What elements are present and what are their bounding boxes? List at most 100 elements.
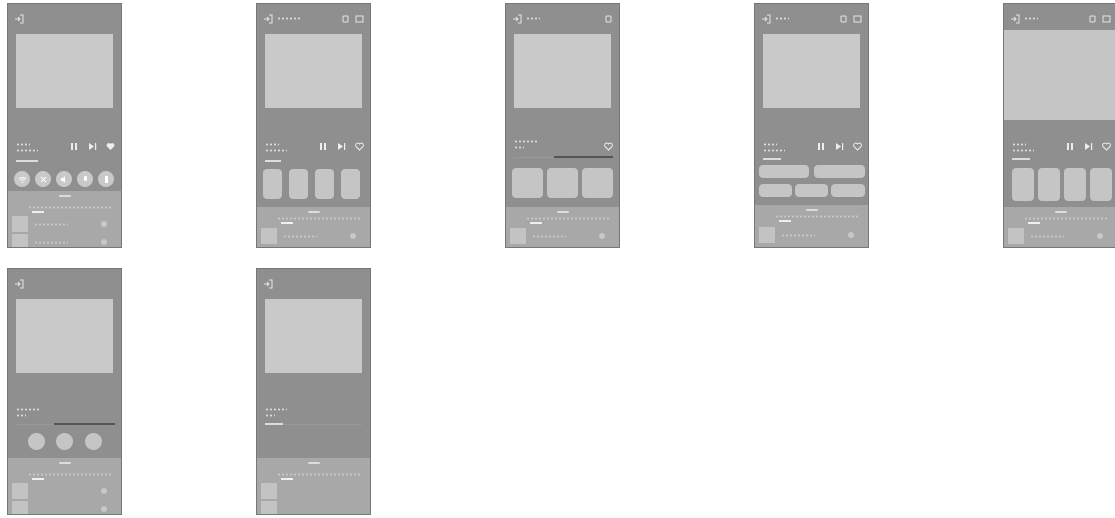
pause-icon[interactable]	[319, 142, 328, 151]
item-action[interactable]	[1097, 233, 1103, 239]
heart-icon[interactable]	[604, 142, 613, 151]
cast-icon[interactable]	[853, 15, 862, 23]
progress-bar[interactable]	[265, 160, 281, 162]
cast-icon[interactable]	[355, 15, 364, 23]
tile-volume[interactable]	[341, 169, 360, 199]
item-action[interactable]	[101, 221, 107, 227]
track-meta	[265, 143, 305, 155]
tile-small-2[interactable]	[795, 184, 828, 197]
progress-bar[interactable]	[265, 423, 283, 425]
tile-2[interactable]	[547, 168, 578, 198]
exit-icon[interactable]	[14, 279, 24, 289]
tab-indicator	[1028, 222, 1040, 224]
item-action[interactable]	[101, 239, 107, 245]
option-button-3[interactable]	[85, 433, 102, 450]
bottom-panel	[257, 458, 370, 514]
progress-bar[interactable]	[54, 423, 115, 425]
tile-wide-1[interactable]	[759, 165, 809, 178]
panel-tabs[interactable]	[28, 473, 113, 476]
album-artwork	[514, 34, 611, 108]
panel-tabs[interactable]	[277, 217, 362, 220]
tile-small-1[interactable]	[759, 184, 792, 197]
pause-icon[interactable]	[817, 142, 826, 151]
pause-icon[interactable]	[70, 142, 79, 151]
next-icon[interactable]	[835, 142, 844, 151]
item-action[interactable]	[848, 232, 854, 238]
drag-handle[interactable]	[1054, 211, 1067, 213]
panel-tabs[interactable]	[277, 473, 362, 476]
hand-icon[interactable]	[1088, 15, 1097, 23]
drag-handle[interactable]	[556, 211, 569, 213]
exit-icon[interactable]	[761, 14, 771, 24]
item-action[interactable]	[599, 233, 605, 239]
drag-handle[interactable]	[58, 195, 71, 197]
list-item[interactable]	[12, 483, 117, 499]
drag-handle[interactable]	[805, 209, 818, 211]
exit-icon[interactable]	[1010, 14, 1020, 24]
panel-tabs[interactable]	[526, 217, 611, 220]
exit-icon[interactable]	[263, 14, 273, 24]
list-item[interactable]	[261, 483, 366, 499]
list-item[interactable]	[261, 228, 366, 244]
option-button-1[interactable]	[28, 433, 45, 450]
progress-bar[interactable]	[16, 160, 38, 162]
tile-eye[interactable]	[315, 169, 334, 199]
heart-icon[interactable]	[1102, 142, 1111, 151]
tile-wide-2[interactable]	[814, 165, 865, 178]
list-item[interactable]	[12, 216, 117, 232]
drag-handle[interactable]	[307, 211, 320, 213]
progress-bar[interactable]	[1012, 158, 1030, 160]
next-icon[interactable]	[88, 142, 97, 151]
list-item[interactable]	[510, 228, 615, 244]
panel-tabs[interactable]	[1024, 217, 1109, 220]
panel-tabs[interactable]	[775, 215, 860, 218]
next-icon[interactable]	[337, 142, 346, 151]
item-action[interactable]	[101, 506, 107, 512]
tile-small-3[interactable]	[831, 184, 865, 197]
list-item[interactable]	[1008, 228, 1113, 244]
control-wifi[interactable]	[14, 171, 30, 187]
drag-handle[interactable]	[307, 462, 320, 464]
progress-bar[interactable]	[554, 156, 613, 158]
heart-icon[interactable]	[853, 142, 862, 151]
list-item[interactable]	[759, 227, 864, 243]
thumbnail	[12, 501, 28, 514]
tile-3[interactable]	[582, 168, 613, 198]
item-action[interactable]	[101, 488, 107, 494]
control-vibrate[interactable]	[98, 171, 114, 187]
tile-1[interactable]	[512, 168, 543, 198]
vibrate-icon	[104, 175, 108, 183]
progress-bar[interactable]	[763, 158, 781, 160]
hand-icon[interactable]	[839, 15, 848, 23]
tile-2[interactable]	[1038, 168, 1060, 201]
next-icon[interactable]	[1084, 142, 1093, 151]
control-mic[interactable]	[77, 171, 93, 187]
list-item[interactable]	[12, 234, 117, 247]
pause-icon[interactable]	[1066, 142, 1075, 151]
item-action[interactable]	[350, 233, 356, 239]
panel-tabs[interactable]	[28, 206, 113, 209]
list-item[interactable]	[12, 501, 117, 514]
tile-wifi[interactable]	[263, 169, 282, 199]
tile-rotate[interactable]	[289, 169, 308, 199]
option-button-2[interactable]	[56, 433, 73, 450]
tile-3[interactable]	[1064, 168, 1086, 201]
exit-icon[interactable]	[263, 279, 273, 289]
hand-icon[interactable]	[604, 15, 613, 23]
cast-icon[interactable]	[1102, 15, 1111, 23]
tile-1[interactable]	[1012, 168, 1034, 201]
control-bluetooth[interactable]	[35, 171, 51, 187]
exit-icon[interactable]	[512, 14, 522, 24]
list-item[interactable]	[261, 501, 366, 514]
control-volume[interactable]	[56, 171, 72, 187]
drag-handle[interactable]	[58, 462, 71, 464]
track-meta	[16, 408, 56, 420]
heart-icon[interactable]	[355, 142, 364, 151]
screen-1	[7, 3, 122, 248]
exit-icon[interactable]	[14, 14, 24, 24]
heart-icon[interactable]	[106, 142, 115, 151]
hand-icon[interactable]	[341, 15, 350, 23]
tab-indicator	[281, 478, 293, 480]
tile-4[interactable]	[1090, 168, 1112, 201]
track-meta	[1012, 143, 1052, 155]
